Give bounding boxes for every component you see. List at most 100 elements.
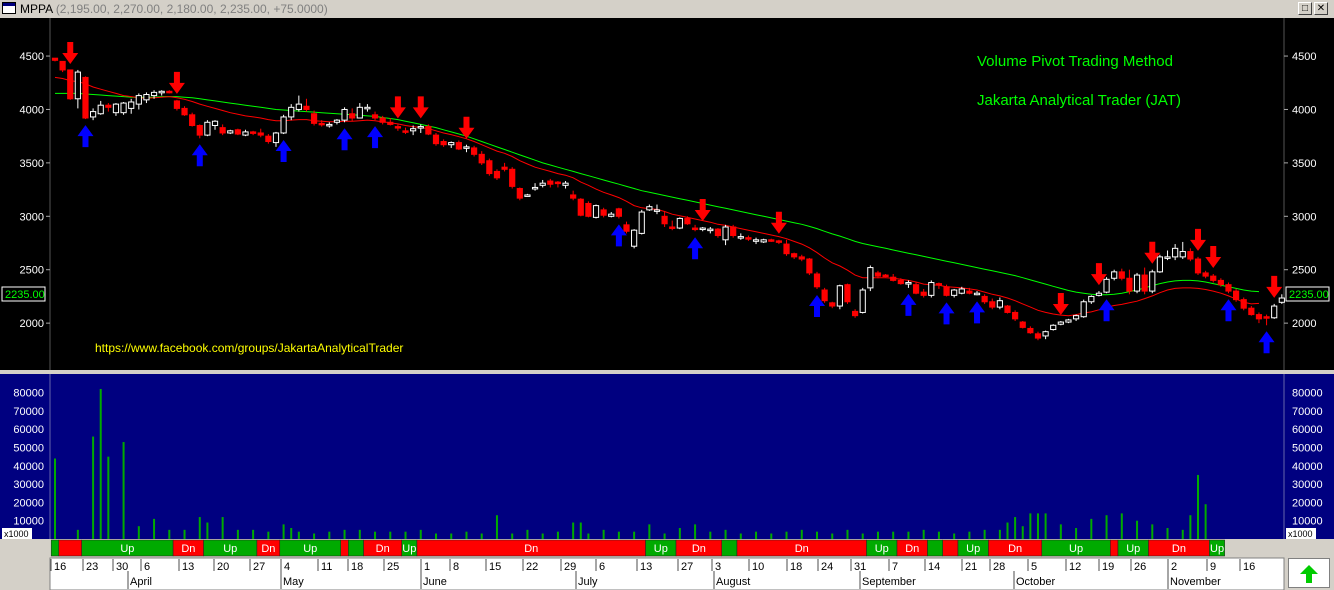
date-label: 29 bbox=[564, 561, 576, 573]
volume-bar bbox=[1204, 504, 1207, 539]
volume-bar bbox=[1105, 515, 1108, 539]
price-tick-label: 4500 bbox=[1292, 51, 1316, 63]
candle-bull bbox=[1278, 297, 1285, 303]
restore-icon[interactable]: □ bbox=[1298, 2, 1312, 15]
candle-bear bbox=[1004, 305, 1011, 313]
candle-bear bbox=[493, 170, 501, 179]
candle-bear bbox=[1202, 272, 1209, 277]
candle-bear bbox=[1248, 307, 1255, 316]
volume-bar bbox=[816, 531, 818, 539]
candle-bear bbox=[920, 291, 927, 296]
candle-bull bbox=[737, 236, 744, 239]
trend-label: Dn bbox=[905, 543, 919, 555]
candle-bull bbox=[120, 102, 127, 114]
price-tick-label: 4500 bbox=[20, 51, 44, 63]
volume-bar bbox=[54, 458, 56, 539]
candle-bull bbox=[326, 123, 333, 127]
price-tag-right: 2235.00 bbox=[1285, 286, 1330, 302]
candle-bull bbox=[333, 119, 341, 123]
chart-title-1: Volume Pivot Trading Method bbox=[977, 53, 1173, 70]
candle-bull bbox=[211, 120, 219, 126]
candle-bull bbox=[242, 131, 249, 136]
vol-multiplier-right-text: x1000 bbox=[1288, 529, 1313, 539]
volume-bar bbox=[648, 524, 651, 539]
volume-bar bbox=[907, 531, 910, 539]
date-label: 6 bbox=[144, 561, 150, 573]
price-tick-label: 3500 bbox=[1292, 158, 1316, 170]
date-label: 30 bbox=[116, 561, 128, 573]
volume-bar bbox=[602, 529, 605, 539]
candle-bull bbox=[417, 126, 424, 129]
trend-label: Up bbox=[654, 543, 668, 555]
date-label: 27 bbox=[253, 561, 265, 573]
candle-bear bbox=[105, 104, 112, 108]
trend-label: Up bbox=[120, 543, 134, 555]
date-label: 20 bbox=[217, 561, 229, 573]
candle-bull bbox=[1156, 256, 1164, 273]
candle-bull bbox=[836, 285, 843, 307]
volume-bar bbox=[678, 528, 681, 539]
candle-bear bbox=[1141, 274, 1148, 292]
candle-bull bbox=[524, 194, 531, 197]
candle-bear bbox=[890, 276, 897, 281]
price-tick-label: 3000 bbox=[1292, 211, 1316, 223]
candle-bear bbox=[691, 227, 699, 231]
volume-bar bbox=[541, 533, 544, 539]
volume-bar bbox=[663, 533, 666, 539]
candle-bear bbox=[425, 126, 432, 135]
date-label: 26 bbox=[1134, 561, 1146, 573]
candle-bear bbox=[181, 107, 188, 116]
price-pane[interactable] bbox=[0, 18, 1334, 370]
candle-bull bbox=[364, 106, 371, 110]
date-label: 18 bbox=[790, 561, 802, 573]
candle-bull bbox=[356, 106, 363, 119]
candle-bear bbox=[966, 290, 973, 294]
candle-bear bbox=[234, 129, 241, 135]
trend-label: Up bbox=[1210, 543, 1224, 555]
candle-bull bbox=[1065, 319, 1072, 323]
candle-bear bbox=[1233, 290, 1240, 301]
date-label: 16 bbox=[1243, 561, 1255, 573]
month-label: September bbox=[862, 576, 916, 588]
chart-window-icon[interactable] bbox=[2, 2, 16, 14]
candle-bull bbox=[1271, 305, 1278, 319]
volume-tick-label: 30000 bbox=[13, 479, 44, 491]
candle-bull bbox=[143, 94, 150, 101]
pane-splitter[interactable] bbox=[0, 370, 1334, 374]
date-label: 12 bbox=[1069, 561, 1081, 573]
volume-bar bbox=[831, 533, 834, 539]
candle-bear bbox=[371, 114, 379, 119]
trend-label: Up bbox=[223, 543, 237, 555]
volume-bar bbox=[1059, 524, 1062, 539]
volume-bar bbox=[358, 529, 361, 539]
candle-bear bbox=[661, 215, 668, 225]
candle-bull bbox=[135, 95, 142, 105]
trend-segment bbox=[942, 539, 959, 557]
candle-bear bbox=[577, 198, 584, 216]
volume-bar bbox=[861, 533, 864, 539]
trend-label: Dn bbox=[1008, 543, 1022, 555]
date-label: 3 bbox=[715, 561, 721, 573]
candle-bull bbox=[592, 205, 600, 218]
volume-bar bbox=[297, 531, 300, 539]
candle-bear bbox=[554, 181, 562, 185]
candle-bear bbox=[813, 273, 821, 288]
candle-bear bbox=[1217, 279, 1224, 286]
ohlc-readout: (2,195.00, 2,270.00, 2,180.00, 2,235.00,… bbox=[55, 2, 328, 16]
trend-segment bbox=[1110, 539, 1119, 557]
candle-bear bbox=[1012, 311, 1019, 320]
date-label: 5 bbox=[1031, 561, 1037, 573]
close-icon[interactable]: ✕ bbox=[1314, 2, 1328, 15]
volume-tick-label: 20000 bbox=[1292, 497, 1323, 509]
candle-bear bbox=[745, 237, 752, 240]
candle-bull bbox=[463, 146, 470, 149]
volume-tick-label: 70000 bbox=[13, 406, 44, 418]
scroll-latest-button[interactable] bbox=[1288, 558, 1330, 588]
volume-pane[interactable] bbox=[0, 374, 1334, 539]
trend-segment bbox=[58, 539, 82, 557]
candle-bull bbox=[410, 128, 417, 132]
volume-bar bbox=[709, 531, 712, 539]
volume-bar bbox=[876, 531, 879, 539]
volume-bar bbox=[953, 533, 956, 539]
date-label: 19 bbox=[1102, 561, 1114, 573]
